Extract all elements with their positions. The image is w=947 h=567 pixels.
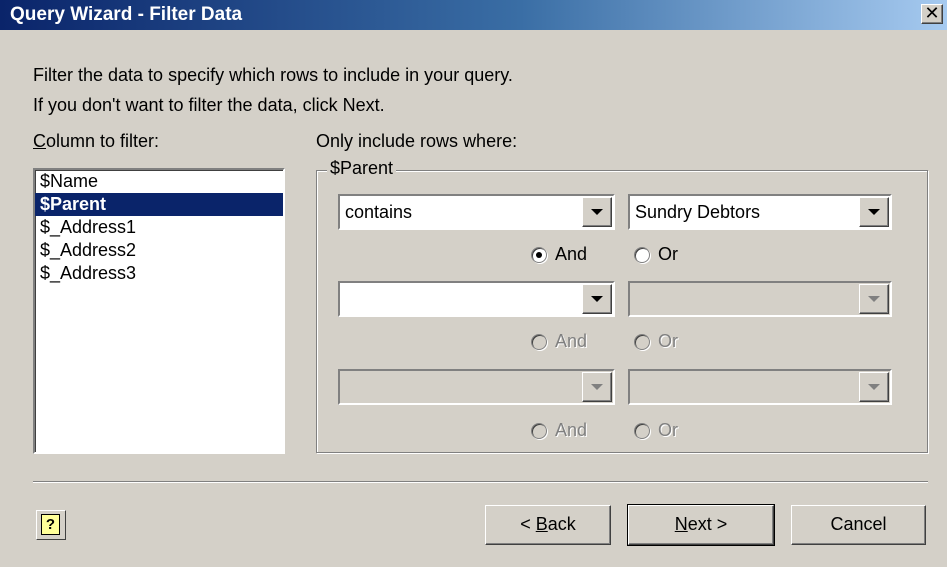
- list-item-parent[interactable]: $Parent: [35, 193, 283, 216]
- value-text-1: Sundry Debtors: [635, 202, 761, 222]
- and-label-1: And: [555, 244, 588, 264]
- close-icon: ✕: [924, 3, 940, 23]
- back-prefix: <: [520, 514, 536, 534]
- and-radio-3: [531, 423, 547, 439]
- operator-combo-3: [338, 369, 615, 405]
- list-item-address1[interactable]: $_Address1: [35, 216, 283, 239]
- or-label-2: Or: [658, 331, 678, 351]
- chevron-down-icon: [859, 284, 889, 314]
- chevron-down-icon[interactable]: [582, 284, 612, 314]
- separator: [33, 481, 928, 483]
- or-radio-1[interactable]: [634, 247, 650, 263]
- operator-combo-1[interactable]: contains: [338, 194, 615, 230]
- next-rest: ext >: [687, 514, 728, 534]
- window-title: Query Wizard - Filter Data: [10, 4, 243, 25]
- or-label-1: Or: [658, 244, 678, 264]
- next-button[interactable]: Next >: [627, 504, 775, 546]
- or-radio-2: [634, 334, 650, 350]
- chevron-down-icon[interactable]: [582, 197, 612, 227]
- column-label-rest: olumn to filter:: [46, 131, 160, 151]
- criteria-heading: Only include rows where:: [316, 131, 518, 151]
- value-combo-2: [628, 281, 892, 317]
- instruction-line-2: If you don't want to filter the data, cl…: [33, 95, 385, 115]
- column-label-accel: C: [33, 131, 46, 151]
- column-listbox[interactable]: $Name $Parent $_Address1 $_Address2 $_Ad…: [33, 168, 285, 454]
- help-button[interactable]: ?: [36, 510, 66, 540]
- next-accel: N: [674, 514, 688, 534]
- group-title: $Parent: [327, 158, 397, 179]
- value-combo-3: [628, 369, 892, 405]
- operator-value-1: contains: [345, 202, 413, 222]
- value-combo-1[interactable]: Sundry Debtors: [628, 194, 892, 230]
- and-label-2: And: [555, 331, 588, 351]
- and-radio-2: [531, 334, 547, 350]
- list-item-address3[interactable]: $_Address3: [35, 262, 283, 285]
- or-label-3: Or: [658, 420, 678, 440]
- back-rest: ack: [547, 514, 576, 534]
- cancel-button[interactable]: Cancel: [791, 505, 926, 545]
- close-button[interactable]: ✕: [921, 4, 943, 24]
- and-label-3: And: [555, 420, 588, 440]
- title-bar: Query Wizard - Filter Data ✕: [0, 0, 947, 30]
- back-button[interactable]: < Back: [485, 505, 611, 545]
- list-item-address2[interactable]: $_Address2: [35, 239, 283, 262]
- column-to-filter-label: Column to filter:: [33, 131, 159, 152]
- back-accel: B: [535, 514, 548, 534]
- chevron-down-icon: [582, 372, 612, 402]
- chevron-down-icon[interactable]: [859, 197, 889, 227]
- help-icon: ?: [41, 514, 60, 535]
- instruction-line-1: Filter the data to specify which rows to…: [33, 65, 513, 85]
- list-item-name[interactable]: $Name: [35, 170, 283, 193]
- and-radio-1[interactable]: [531, 247, 547, 263]
- operator-combo-2[interactable]: [338, 281, 615, 317]
- or-radio-3: [634, 423, 650, 439]
- chevron-down-icon: [859, 372, 889, 402]
